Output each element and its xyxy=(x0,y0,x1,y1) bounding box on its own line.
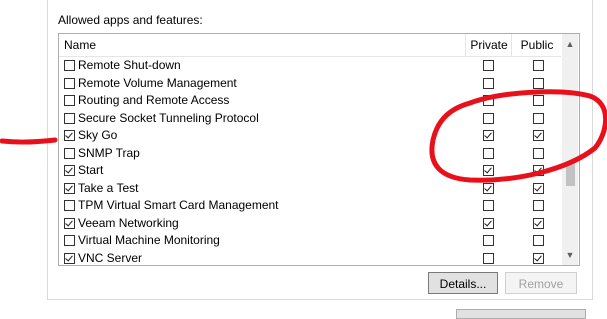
private-checkbox[interactable] xyxy=(483,165,494,176)
list-item[interactable]: Remote Shut-down xyxy=(59,57,561,75)
app-name-cell: Remote Volume Management xyxy=(64,75,237,90)
list-item[interactable]: Veeam Networking xyxy=(59,215,561,233)
private-checkbox[interactable] xyxy=(483,112,494,124)
private-checkbox[interactable] xyxy=(483,60,494,71)
list-item[interactable]: Virtual Machine Monitoring xyxy=(59,232,561,250)
app-enabled-checkbox[interactable] xyxy=(64,252,75,264)
list-item[interactable]: Take a Test xyxy=(59,180,561,198)
public-checkbox[interactable] xyxy=(533,130,544,141)
private-checkbox[interactable] xyxy=(483,95,494,106)
app-name-label: Remote Shut-down xyxy=(78,58,181,72)
app-name-label: VNC Server xyxy=(78,250,143,265)
app-name-cell: TPM Virtual Smart Card Management xyxy=(64,199,279,212)
allowed-apps-title: Allowed apps and features: xyxy=(58,13,203,27)
list-item[interactable]: SNMP Trap xyxy=(59,145,561,163)
app-name-cell: Remote Shut-down xyxy=(64,59,181,72)
scroll-thumb[interactable] xyxy=(566,164,575,186)
public-checkbox[interactable] xyxy=(533,77,544,89)
private-checkbox[interactable] xyxy=(483,235,494,246)
public-checkbox[interactable] xyxy=(533,235,544,246)
app-name-cell: Secure Socket Tunneling Protocol xyxy=(64,110,259,125)
app-enabled-checkbox[interactable] xyxy=(64,182,75,194)
list-item[interactable]: Start xyxy=(59,162,561,180)
remove-button[interactable]: Remove xyxy=(505,272,577,294)
private-checkbox[interactable] xyxy=(483,130,494,141)
app-name-label: Virtual Machine Monitoring xyxy=(78,233,220,247)
private-checkbox[interactable] xyxy=(483,217,494,229)
public-checkbox[interactable] xyxy=(533,252,544,264)
list-item[interactable]: TPM Virtual Smart Card Management xyxy=(59,197,561,215)
app-name-label: Start xyxy=(78,163,104,177)
app-enabled-checkbox[interactable] xyxy=(64,60,75,71)
chevron-down-icon[interactable]: ▼ xyxy=(562,247,578,263)
app-enabled-checkbox[interactable] xyxy=(64,112,75,124)
app-name-label: Take a Test xyxy=(78,180,139,195)
column-header-private[interactable]: Private xyxy=(465,34,512,56)
column-header-public[interactable]: Public xyxy=(511,34,562,56)
app-name-cell: Virtual Machine Monitoring xyxy=(64,234,220,247)
private-checkbox[interactable] xyxy=(483,182,494,194)
app-name-cell: Routing and Remote Access xyxy=(64,94,229,107)
column-header-name[interactable]: Name xyxy=(64,34,96,56)
app-name-label: Routing and Remote Access xyxy=(78,93,230,107)
details-button[interactable]: Details... xyxy=(428,272,498,294)
app-enabled-checkbox[interactable] xyxy=(64,235,75,246)
private-checkbox[interactable] xyxy=(483,252,494,264)
app-name-label: Secure Socket Tunneling Protocol xyxy=(78,110,259,125)
app-enabled-checkbox[interactable] xyxy=(64,165,75,176)
list-rows: Remote Shut-down Remote Volume Management… xyxy=(59,57,561,266)
public-checkbox[interactable] xyxy=(533,60,544,71)
app-enabled-checkbox[interactable] xyxy=(64,147,75,159)
app-name-cell: Sky Go xyxy=(64,129,117,142)
app-enabled-checkbox[interactable] xyxy=(64,217,75,229)
vertical-scrollbar[interactable]: ▲ ▼ xyxy=(562,34,578,265)
chevron-up-icon[interactable]: ▲ xyxy=(562,36,578,52)
list-header: Name Private Public xyxy=(59,34,561,57)
public-checkbox[interactable] xyxy=(533,95,544,106)
app-name-label: Remote Volume Management xyxy=(78,75,237,90)
app-enabled-checkbox[interactable] xyxy=(64,77,75,89)
app-name-label: SNMP Trap xyxy=(78,145,140,160)
public-checkbox[interactable] xyxy=(533,200,544,211)
public-checkbox[interactable] xyxy=(533,217,544,229)
public-checkbox[interactable] xyxy=(533,112,544,124)
private-checkbox[interactable] xyxy=(483,200,494,211)
private-checkbox[interactable] xyxy=(483,147,494,159)
public-checkbox[interactable] xyxy=(533,165,544,176)
list-item[interactable]: Secure Socket Tunneling Protocol xyxy=(59,110,561,128)
app-name-cell: VNC Server xyxy=(64,250,143,265)
app-enabled-checkbox[interactable] xyxy=(64,130,75,141)
list-item[interactable]: VNC Server xyxy=(59,250,561,266)
private-checkbox[interactable] xyxy=(483,77,494,89)
app-name-label: Veeam Networking xyxy=(78,215,179,230)
public-checkbox[interactable] xyxy=(533,182,544,194)
app-name-label: Sky Go xyxy=(78,128,118,142)
list-item[interactable]: Sky Go xyxy=(59,127,561,145)
app-name-label: TPM Virtual Smart Card Management xyxy=(78,198,279,212)
app-name-cell: Start xyxy=(64,164,103,177)
app-name-cell: Veeam Networking xyxy=(64,215,179,230)
list-item[interactable]: Remote Volume Management xyxy=(59,75,561,93)
app-name-cell: SNMP Trap xyxy=(64,145,140,160)
app-name-cell: Take a Test xyxy=(64,180,139,195)
app-enabled-checkbox[interactable] xyxy=(64,200,75,211)
app-enabled-checkbox[interactable] xyxy=(64,95,75,106)
list-item[interactable]: Routing and Remote Access xyxy=(59,92,561,110)
public-checkbox[interactable] xyxy=(533,147,544,159)
allowed-apps-list[interactable]: Name Private Public Remote Shut-down Remo… xyxy=(58,33,580,266)
